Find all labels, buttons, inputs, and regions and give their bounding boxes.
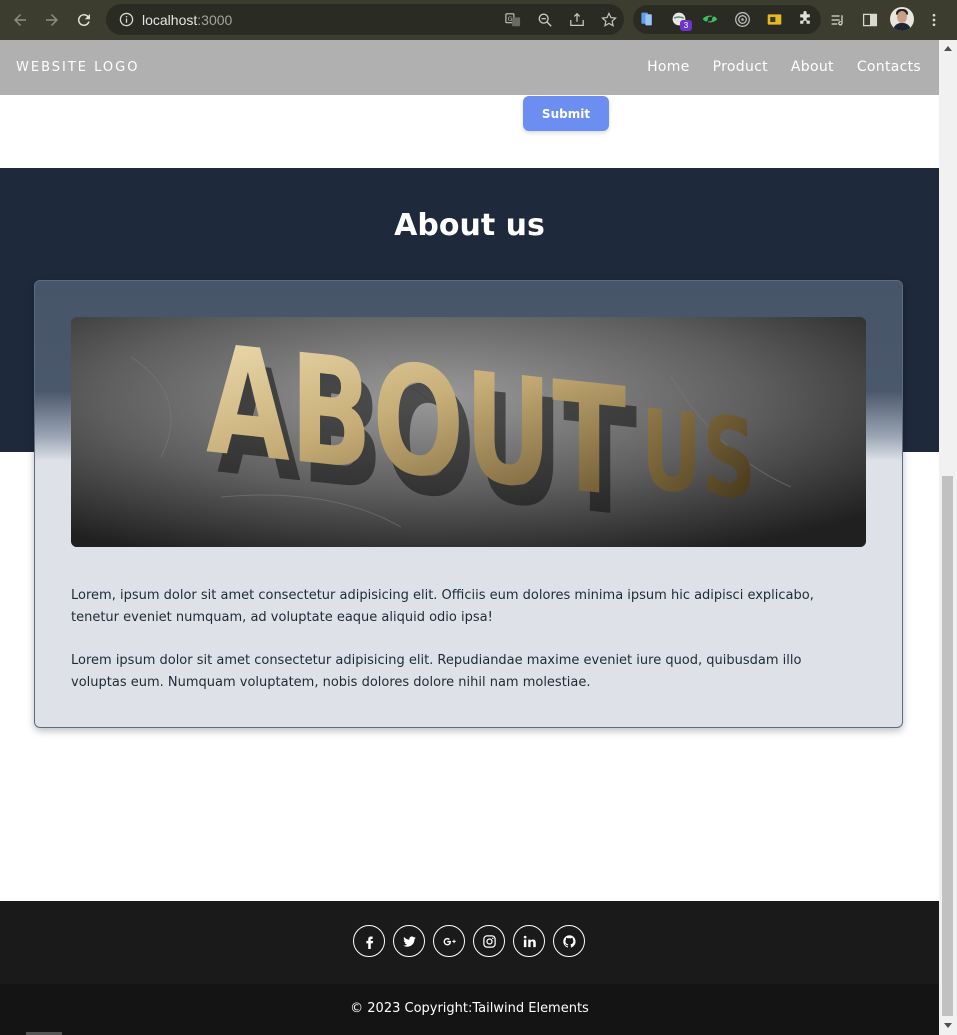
url-port: :3000 — [197, 11, 233, 28]
about-text: Lorem, ipsum dolor sit amet consectetur … — [71, 585, 861, 715]
twitter-icon[interactable] — [393, 925, 425, 957]
forward-button[interactable] — [38, 6, 66, 34]
nav-contacts[interactable]: Contacts — [857, 59, 921, 75]
bookmark-star-icon[interactable] — [600, 11, 618, 29]
scroll-up-arrow-icon[interactable] — [944, 46, 952, 51]
site-navbar: WEBSITE LOGO Home Product About Contacts — [0, 40, 939, 95]
extension-target-icon[interactable] — [732, 9, 752, 29]
about-us-3d-text-image: ABOUT ABOUT US — [71, 317, 866, 547]
extension-badge: 3 — [680, 20, 692, 31]
reload-button[interactable] — [70, 6, 98, 34]
share-icon[interactable] — [568, 11, 586, 29]
arrow-left-icon — [14, 14, 26, 26]
back-button[interactable] — [6, 6, 34, 34]
nav-about[interactable]: About — [791, 59, 834, 75]
extension-folder-icon[interactable] — [764, 9, 784, 29]
about-image: ABOUT ABOUT US — [71, 317, 866, 547]
nav-product[interactable]: Product — [713, 59, 768, 75]
vertical-scrollbar[interactable] — [939, 40, 957, 1035]
zoom-icon[interactable] — [536, 11, 554, 29]
about-paragraph-2: Lorem ipsum dolor sit amet consectetur a… — [71, 653, 802, 690]
extensions-group: 3 — [633, 5, 821, 34]
extensions-puzzle-icon[interactable] — [795, 9, 815, 29]
url-text: localhost:3000 — [142, 12, 232, 28]
profile-avatar[interactable] — [890, 7, 914, 31]
translate-icon[interactable]: G — [504, 11, 522, 29]
copyright-text: © 2023 Copyright:Tailwind Elements — [350, 1001, 589, 1016]
reload-icon — [77, 14, 90, 27]
about-paragraph-1: Lorem, ipsum dolor sit amet consectetur … — [71, 588, 814, 625]
about-image-text-us: US — [641, 386, 756, 526]
linkedin-icon[interactable] — [513, 925, 545, 957]
extension-eye-icon[interactable] — [700, 9, 720, 29]
side-panel-icon[interactable] — [860, 10, 880, 30]
url-host: localhost — [142, 11, 198, 28]
arrow-right-icon — [46, 14, 58, 26]
github-icon[interactable] — [553, 925, 585, 957]
facebook-icon[interactable] — [353, 925, 385, 957]
site-info-icon[interactable] — [118, 12, 134, 28]
menu-kebab-icon[interactable] — [924, 10, 944, 30]
nav-home[interactable]: Home — [647, 59, 690, 75]
social-links — [353, 925, 585, 957]
page-viewport: About us ABOUT ABOUT US Lorem, ipsum dol… — [0, 40, 939, 1035]
browser-toolbar: localhost:3000 G 3 — [0, 0, 957, 40]
scroll-down-arrow-icon[interactable] — [944, 1023, 952, 1028]
extension-docs-icon[interactable] — [637, 9, 657, 29]
scrollbar-thumb[interactable] — [942, 476, 953, 1016]
reading-list-icon[interactable] — [828, 10, 848, 30]
extension-globe-icon[interactable]: 3 — [669, 9, 692, 31]
instagram-icon[interactable] — [473, 925, 505, 957]
about-card: ABOUT ABOUT US Lorem, ipsum dolor sit am… — [34, 280, 903, 728]
nav-menu: Home Product About Contacts — [624, 59, 921, 75]
svg-text:G: G — [508, 15, 513, 22]
google-plus-icon[interactable] — [433, 925, 465, 957]
about-title: About us — [394, 208, 545, 243]
address-bar[interactable]: localhost:3000 G — [106, 4, 624, 35]
submit-button[interactable]: Submit — [523, 96, 609, 131]
website-logo[interactable]: WEBSITE LOGO — [16, 60, 139, 75]
